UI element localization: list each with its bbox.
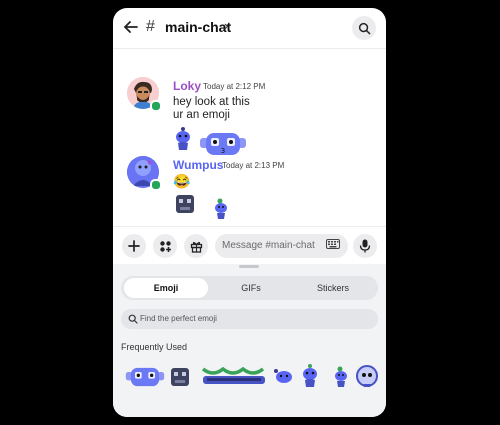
green-bar-sticker[interactable]: [201, 367, 267, 387]
online-status-dot: [150, 179, 162, 191]
wumpus-sticker-small[interactable]: [273, 367, 295, 387]
tab-gifs[interactable]: GIFs: [209, 278, 293, 298]
microphone-icon: [359, 239, 371, 253]
gift-icon: [190, 241, 202, 253]
dark-wumpus-sticker[interactable]: [169, 366, 191, 388]
emoji-tears-of-joy: 😂: [173, 173, 191, 189]
chevron-right-icon[interactable]: ›: [224, 18, 228, 33]
message-composer: Message #main-chat: [113, 226, 386, 265]
message-timestamp: Today at 2:13 PM: [222, 161, 285, 170]
apps-icon: [159, 240, 171, 252]
search-button[interactable]: [352, 16, 376, 40]
section-title-frequently-used: Frequently Used: [121, 342, 188, 352]
message-timestamp: Today at 2:12 PM: [203, 82, 266, 91]
wumpus-face-sticker[interactable]: [125, 367, 165, 387]
frequently-used-row: [123, 361, 383, 391]
emoji-picker-panel: Emoji GIFs Stickers Find the perfect emo…: [113, 264, 386, 417]
channel-hash-icon: #: [146, 18, 155, 35]
plus-icon: [128, 240, 140, 252]
tab-stickers[interactable]: Stickers: [291, 278, 375, 298]
emoji-search-placeholder: Find the perfect emoji: [140, 314, 217, 323]
back-arrow-icon[interactable]: [121, 17, 141, 37]
emoji-search-input[interactable]: Find the perfect emoji: [121, 309, 378, 329]
channel-header: # main-chat ›: [113, 8, 386, 49]
wumpus-sticker-small[interactable]: [301, 363, 319, 389]
author-name[interactable]: Wumpus: [173, 158, 223, 172]
wumpus-face-sticker[interactable]: 3: [200, 132, 246, 156]
wumpus-sticker-small[interactable]: [333, 366, 349, 388]
picker-tabs: Emoji GIFs Stickers: [121, 276, 378, 300]
message-text-line: ur an emoji: [173, 109, 230, 121]
wumpus-sticker-small[interactable]: [174, 126, 192, 152]
drag-handle[interactable]: [239, 265, 259, 268]
apps-button[interactable]: [153, 234, 177, 258]
message-text-line: hey look at this: [173, 96, 250, 108]
gift-button[interactable]: [184, 234, 208, 258]
dark-wumpus-sticker[interactable]: [174, 193, 196, 215]
tab-emoji[interactable]: Emoji: [124, 278, 208, 298]
online-status-dot: [150, 100, 162, 112]
author-name[interactable]: Loky: [173, 79, 201, 93]
message-wumpus: Wumpus Today at 2:13 PM 😂: [127, 156, 377, 219]
message-loky: Loky Today at 2:12 PM hey look at this u…: [127, 77, 377, 157]
search-icon: [128, 314, 138, 324]
robot-wumpus-sticker[interactable]: [355, 364, 379, 388]
search-icon: [358, 22, 370, 34]
voice-message-button[interactable]: [353, 234, 377, 258]
add-attachment-button[interactable]: [122, 234, 146, 258]
keyboard-icon[interactable]: [326, 239, 340, 249]
svg-text:3: 3: [221, 147, 225, 155]
wumpus-sticker-small[interactable]: [213, 198, 229, 220]
phone-screen: # main-chat › Loky Today at 2:12 PM hey …: [113, 8, 386, 417]
channel-name[interactable]: main-chat: [165, 19, 231, 35]
